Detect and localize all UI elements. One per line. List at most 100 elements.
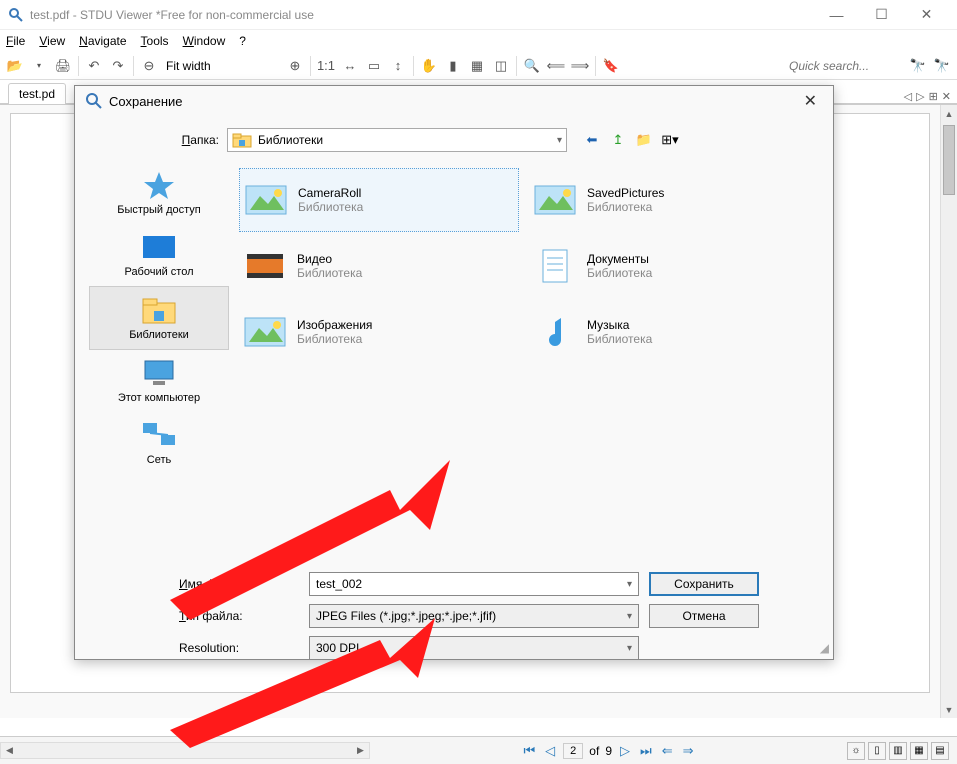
video-library-icon bbox=[243, 246, 287, 286]
window-maximize-button[interactable]: ☐ bbox=[859, 1, 904, 29]
select-text-icon[interactable]: ▮ bbox=[442, 55, 464, 77]
menu-file[interactable]: File bbox=[6, 34, 25, 48]
nav-back-folder-icon[interactable]: ⬅ bbox=[583, 131, 601, 149]
fit-width-icon[interactable]: ↔ bbox=[339, 55, 361, 77]
prev-page-icon[interactable]: ◁ bbox=[543, 743, 557, 759]
toolbar: 📂 ▾ 🖨 ↶ ↷ ⊖ ⊕ 1:1 ↔ ▭ ↕ ✋ ▮ ▦ ◫ 🔍 ⟸ ⟹ 🔖 … bbox=[0, 52, 957, 80]
document-tab[interactable]: test.pd bbox=[8, 83, 66, 104]
last-page-icon[interactable]: ⏭ bbox=[638, 743, 654, 759]
horizontal-scrollbar[interactable]: ◀ ▶ bbox=[0, 742, 370, 759]
menu-view[interactable]: View bbox=[39, 34, 65, 48]
scroll-down-icon[interactable]: ▼ bbox=[941, 701, 957, 718]
tab-next-icon[interactable]: ▷ bbox=[916, 90, 924, 103]
find-icon[interactable]: 🔍 bbox=[521, 55, 543, 77]
resolution-dropdown[interactable]: 300 DPI ▾ bbox=[309, 636, 639, 660]
cancel-button[interactable]: Отмена bbox=[649, 604, 759, 628]
menu-tools[interactable]: Tools bbox=[141, 34, 169, 48]
place-label: Сеть bbox=[147, 454, 171, 466]
pan-icon[interactable]: ✋ bbox=[418, 55, 440, 77]
views-icon[interactable]: ⊞▾ bbox=[661, 131, 679, 149]
find-prev-icon[interactable]: ⟸ bbox=[545, 55, 567, 77]
bookmark-icon[interactable]: 🔖 bbox=[600, 55, 622, 77]
open-dropdown-icon[interactable]: ▾ bbox=[28, 55, 50, 77]
dialog-titlebar: Сохранение ✕ bbox=[75, 86, 833, 116]
find-next-icon[interactable]: ⟹ bbox=[569, 55, 591, 77]
view-continuous-icon[interactable]: ▥ bbox=[889, 742, 907, 760]
binoculars-next-icon[interactable]: 🔭 bbox=[931, 55, 953, 77]
filetype-dropdown[interactable]: JPEG Files (*.jpg;*.jpeg;*.jpe;*.jfif) ▾ bbox=[309, 604, 639, 628]
app-icon bbox=[8, 7, 24, 23]
library-cameraroll[interactable]: CameraRollБиблиотека bbox=[239, 168, 519, 232]
brightness-icon[interactable]: ☼ bbox=[847, 742, 865, 760]
zoom-mode-dropdown[interactable] bbox=[162, 58, 282, 74]
menu-navigate[interactable]: Navigate bbox=[79, 34, 126, 48]
resize-grip-icon[interactable]: ◢ bbox=[820, 641, 829, 655]
place-computer[interactable]: Этот компьютер bbox=[89, 350, 229, 412]
dialog-close-button[interactable]: ✕ bbox=[798, 89, 823, 113]
item-name: Изображения bbox=[297, 318, 372, 332]
place-desktop[interactable]: Рабочий стол bbox=[89, 224, 229, 286]
statusbar: ◀ ▶ ⏮ ◁ 2 of 9 ▷ ⏭ ⇐ ⇒ ☼ ▯ ▥ ▦ ▤ bbox=[0, 736, 957, 764]
rotate-right-icon[interactable]: ↷ bbox=[107, 55, 129, 77]
fit-height-icon[interactable]: ↕ bbox=[387, 55, 409, 77]
window-minimize-button[interactable]: — bbox=[814, 1, 859, 29]
actual-size-icon[interactable]: 1:1 bbox=[315, 55, 337, 77]
select-region-icon[interactable]: ◫ bbox=[490, 55, 512, 77]
fit-page-icon[interactable]: ▭ bbox=[363, 55, 385, 77]
rotate-left-icon[interactable]: ↶ bbox=[83, 55, 105, 77]
open-icon[interactable]: 📂 bbox=[4, 55, 26, 77]
place-libraries[interactable]: Библиотеки bbox=[89, 286, 229, 350]
documents-library-icon bbox=[533, 246, 577, 286]
scroll-right-icon[interactable]: ▶ bbox=[352, 745, 369, 756]
item-name: Документы bbox=[587, 252, 652, 266]
view-book-icon[interactable]: ▤ bbox=[931, 742, 949, 760]
folder-dropdown[interactable]: Библиотеки ▾ bbox=[227, 128, 567, 152]
up-folder-icon[interactable]: ↥ bbox=[609, 131, 627, 149]
folder-value: Библиотеки bbox=[258, 133, 323, 147]
filename-label: Имя файла: bbox=[179, 577, 299, 591]
nav-fwd-icon[interactable]: ⇒ bbox=[681, 743, 696, 759]
save-button[interactable]: Сохранить bbox=[649, 572, 759, 596]
scroll-up-icon[interactable]: ▲ bbox=[941, 105, 957, 122]
vertical-scrollbar[interactable]: ▲ ▼ bbox=[940, 105, 957, 718]
menu-window[interactable]: Window bbox=[183, 34, 226, 48]
chevron-down-icon: ▾ bbox=[557, 135, 562, 146]
place-label: Библиотеки bbox=[129, 329, 189, 341]
dialog-icon bbox=[85, 92, 103, 110]
zoom-in-icon[interactable]: ⊕ bbox=[284, 55, 306, 77]
tab-close-icon[interactable]: ✕ bbox=[942, 90, 951, 103]
quick-search-input[interactable] bbox=[785, 57, 905, 75]
library-music[interactable]: МузыкаБиблиотека bbox=[529, 300, 809, 364]
tab-prev-icon[interactable]: ◁ bbox=[904, 90, 912, 103]
scroll-thumb[interactable] bbox=[943, 125, 955, 195]
filename-input[interactable]: test_002 ▾ bbox=[309, 572, 639, 596]
menu-help[interactable]: ? bbox=[239, 34, 246, 48]
place-network[interactable]: Сеть bbox=[89, 412, 229, 474]
resolution-label: Resolution: bbox=[179, 641, 299, 655]
page-number-input[interactable]: 2 bbox=[563, 743, 583, 759]
zoom-out-icon[interactable]: ⊖ bbox=[138, 55, 160, 77]
item-sub: Библиотека bbox=[587, 332, 652, 346]
tab-grid-icon[interactable]: ⊞ bbox=[929, 90, 938, 103]
nav-back-icon[interactable]: ⇐ bbox=[660, 743, 675, 759]
save-dialog: Сохранение ✕ Папка: Библиотеки ▾ ⬅ ↥ 📁 ⊞… bbox=[74, 85, 834, 660]
snapshot-icon[interactable]: ▦ bbox=[466, 55, 488, 77]
place-quick-access[interactable]: Быстрый доступ bbox=[89, 162, 229, 224]
first-page-icon[interactable]: ⏮ bbox=[521, 743, 537, 759]
window-close-button[interactable]: ✕ bbox=[904, 1, 949, 29]
music-library-icon bbox=[533, 312, 577, 352]
view-single-icon[interactable]: ▯ bbox=[868, 742, 886, 760]
picture-library-icon bbox=[243, 312, 287, 352]
window-title: test.pdf - STDU Viewer *Free for non-com… bbox=[30, 8, 814, 22]
library-video[interactable]: ВидеоБиблиотека bbox=[239, 234, 519, 298]
library-savedpictures[interactable]: SavedPicturesБиблиотека bbox=[529, 168, 809, 232]
scroll-left-icon[interactable]: ◀ bbox=[1, 745, 18, 756]
next-page-icon[interactable]: ▷ bbox=[618, 743, 632, 759]
library-images[interactable]: ИзображенияБиблиотека bbox=[239, 300, 519, 364]
folder-icon bbox=[232, 132, 252, 148]
binoculars-icon[interactable]: 🔭 bbox=[907, 55, 929, 77]
view-facing-icon[interactable]: ▦ bbox=[910, 742, 928, 760]
print-icon[interactable]: 🖨 bbox=[52, 55, 74, 77]
new-folder-icon[interactable]: 📁 bbox=[635, 131, 653, 149]
library-documents[interactable]: ДокументыБиблиотека bbox=[529, 234, 809, 298]
